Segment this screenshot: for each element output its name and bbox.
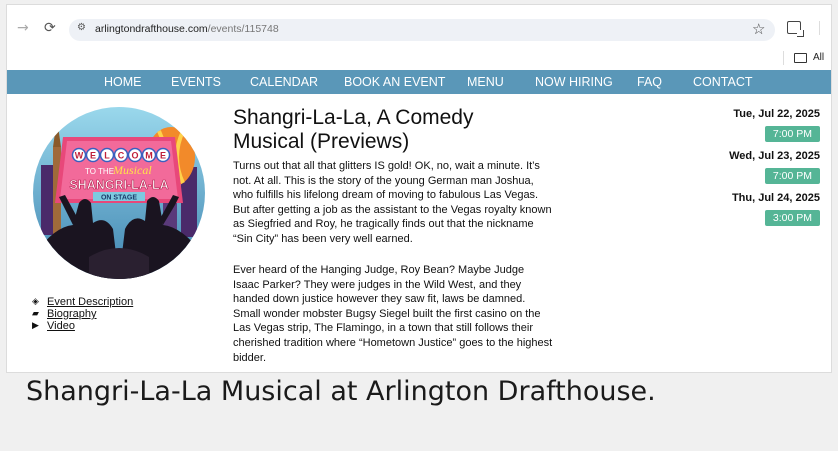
event-links: ◈ Event Description ▰ Biography ▶ Video xyxy=(32,296,133,332)
image-caption: Shangri-La-La Musical at Arlington Draft… xyxy=(26,376,656,407)
poster-on-stage: ON STAGE xyxy=(101,195,137,202)
link-biography[interactable]: ▰ Biography xyxy=(32,308,133,320)
browser-toolbar: → ⟳ ⚙ arlingtondrafthouse.com/events/115… xyxy=(7,5,831,51)
nav-events[interactable]: EVENTS xyxy=(171,75,221,89)
address-bar[interactable]: ⚙ arlingtondrafthouse.com/events/115748 xyxy=(69,19,775,41)
showtimes: Tue, Jul 22, 2025 7:00 PM Wed, Jul 23, 2… xyxy=(690,107,820,233)
show-poster: W E L C O M E TO THE Musical SHANGRI-LA-… xyxy=(33,107,205,279)
svg-text:W: W xyxy=(75,151,84,161)
site-navigation: HOME EVENTS CALENDAR BOOK AN EVENT MENU … xyxy=(7,70,831,94)
showtime-button[interactable]: 3:00 PM xyxy=(764,210,820,226)
book-icon: ▰ xyxy=(32,309,39,319)
svg-text:O: O xyxy=(131,151,138,161)
nav-home[interactable]: HOME xyxy=(104,75,142,89)
showtime-date: Wed, Jul 23, 2025 xyxy=(729,150,820,162)
showtime-date: Tue, Jul 22, 2025 xyxy=(733,108,820,120)
svg-text:E: E xyxy=(90,151,96,161)
nav-menu[interactable]: MENU xyxy=(467,75,504,89)
tag-icon: ◈ xyxy=(32,297,39,307)
showtime-date: Thu, Jul 24, 2025 xyxy=(731,192,820,204)
poster-to-the: TO THE xyxy=(85,167,114,176)
folder-icon[interactable] xyxy=(794,53,807,63)
showtime-button[interactable]: 7:00 PM xyxy=(764,126,820,142)
link-label[interactable]: Biography xyxy=(47,308,97,320)
all-bookmarks-label[interactable]: All xyxy=(813,52,824,63)
svg-text:L: L xyxy=(104,151,110,161)
svg-text:M: M xyxy=(145,151,153,161)
url-path: /events/115748 xyxy=(207,23,279,35)
site-info-icon[interactable]: ⚙ xyxy=(77,22,86,33)
event-description-paragraph-2: Ever heard of the Hanging Judge, Roy Bea… xyxy=(233,264,553,364)
star-icon[interactable]: ☆ xyxy=(752,20,765,38)
bookmarks-divider xyxy=(783,51,784,65)
nav-faq[interactable]: FAQ xyxy=(637,75,662,89)
event-description-paragraph-1: Turns out that all that glitters IS gold… xyxy=(233,160,552,245)
nav-calendar[interactable]: CALENDAR xyxy=(250,75,318,89)
svg-text:C: C xyxy=(118,151,125,161)
extensions-icon[interactable] xyxy=(787,21,804,37)
poster-show-name: SHANGRI-LA-LA xyxy=(69,178,168,192)
svg-text:E: E xyxy=(160,151,166,161)
link-event-description[interactable]: ◈ Event Description xyxy=(32,296,133,308)
reload-icon[interactable]: ⟳ xyxy=(44,20,56,36)
poster-musical: Musical xyxy=(112,163,152,177)
link-label[interactable]: Video xyxy=(47,320,75,332)
showtime-button[interactable]: 7:00 PM xyxy=(764,168,820,184)
back-icon[interactable]: → xyxy=(17,20,29,36)
nav-contact[interactable]: CONTACT xyxy=(693,75,753,89)
nav-now-hiring[interactable]: NOW HIRING xyxy=(535,75,613,89)
url-text[interactable]: arlingtondrafthouse.com/events/115748 xyxy=(95,23,279,35)
toolbar-divider xyxy=(819,21,820,35)
link-label[interactable]: Event Description xyxy=(47,296,133,308)
event-title: Shangri-La-La, A Comedy Musical (Preview… xyxy=(233,106,474,153)
screenshot-frame: → ⟳ ⚙ arlingtondrafthouse.com/events/115… xyxy=(6,4,832,373)
link-video[interactable]: ▶ Video xyxy=(32,320,133,332)
nav-book-an-event[interactable]: BOOK AN EVENT xyxy=(344,75,445,89)
video-icon: ▶ xyxy=(32,321,39,331)
url-host: arlingtondrafthouse.com xyxy=(95,23,208,35)
